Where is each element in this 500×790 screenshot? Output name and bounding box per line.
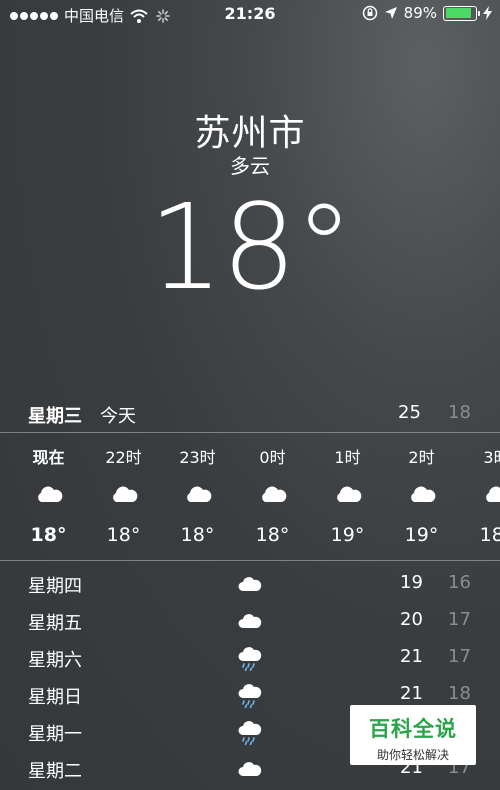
status-right: 89% bbox=[362, 4, 492, 22]
charging-bolt-icon bbox=[483, 6, 492, 20]
hour-item: 23时 18° bbox=[160, 432, 235, 546]
day-low: 16 bbox=[448, 572, 471, 593]
hour-temp: 19° bbox=[404, 524, 439, 546]
cloud-icon bbox=[112, 486, 137, 502]
day-high: 20 bbox=[400, 609, 423, 630]
day-high: 21 bbox=[400, 646, 423, 667]
hour-time: 23时 bbox=[179, 448, 216, 467]
day-low: 18 bbox=[448, 683, 471, 704]
cloud-icon bbox=[238, 762, 262, 776]
hour-item: 22时 18° bbox=[86, 432, 161, 546]
cloud-icon bbox=[261, 486, 286, 502]
hour-item: 3时 18° bbox=[459, 432, 500, 546]
cloud-icon bbox=[410, 486, 435, 502]
cloud-icon bbox=[336, 486, 361, 502]
daily-row: 星期四 19 16 bbox=[0, 566, 500, 603]
day-name: 星期四 bbox=[28, 576, 82, 597]
day-name: 星期一 bbox=[28, 724, 82, 745]
hour-temp: 18° bbox=[180, 524, 215, 546]
day-name: 星期五 bbox=[28, 613, 82, 634]
battery-icon bbox=[443, 5, 480, 21]
rain-cloud-icon bbox=[238, 721, 262, 745]
divider-bottom bbox=[0, 560, 500, 561]
hourly-forecast[interactable]: 现在 18° 22时 18° 23时 18° 0时 18° 1时 19° 2时 … bbox=[0, 432, 500, 560]
daily-row: 星期五 20 17 bbox=[0, 603, 500, 640]
hour-temp: 18° bbox=[30, 524, 67, 546]
hour-time: 1时 bbox=[334, 448, 361, 467]
daily-row: 星期六 21 17 bbox=[0, 640, 500, 677]
hour-item: 0时 18° bbox=[235, 432, 310, 546]
orientation-lock-icon bbox=[362, 5, 377, 21]
weather-condition: 多云 bbox=[230, 154, 270, 178]
today-high: 25 bbox=[398, 402, 421, 423]
cloud-icon bbox=[37, 486, 62, 502]
day-low: 17 bbox=[448, 646, 471, 667]
day-low: 17 bbox=[448, 609, 471, 630]
hour-item: 2时 19° bbox=[384, 432, 459, 546]
cloud-icon bbox=[485, 486, 500, 502]
today-summary: 星期三 今天 25 18 bbox=[0, 400, 500, 430]
battery-percent: 89% bbox=[403, 4, 437, 22]
hour-time: 2时 bbox=[408, 448, 435, 467]
hour-temp: 19° bbox=[330, 524, 365, 546]
today-low: 18 bbox=[448, 402, 471, 423]
rain-cloud-icon bbox=[238, 647, 262, 671]
day-high: 19 bbox=[400, 572, 423, 593]
watermark-badge: 百科全说 助你轻松解决 bbox=[350, 705, 476, 765]
hour-item: 1时 19° bbox=[310, 432, 385, 546]
watermark-title: 百科全说 bbox=[369, 717, 457, 741]
current-temperature: 18° bbox=[148, 178, 353, 316]
day-name: 星期日 bbox=[28, 687, 82, 708]
rain-cloud-icon bbox=[238, 684, 262, 708]
day-high: 21 bbox=[400, 683, 423, 704]
day-name: 星期二 bbox=[28, 761, 82, 782]
hour-time: 0时 bbox=[259, 448, 286, 467]
hour-temp: 18° bbox=[479, 524, 500, 546]
today-day: 星期三 bbox=[28, 406, 82, 427]
status-bar: 中国电信 21:26 89% bbox=[0, 0, 500, 28]
cloud-icon bbox=[238, 614, 262, 628]
cloud-icon bbox=[186, 486, 211, 502]
day-name: 星期六 bbox=[28, 650, 82, 671]
hour-item: 现在 18° bbox=[11, 432, 86, 546]
city-name: 苏州市 bbox=[194, 113, 306, 154]
cloud-icon bbox=[238, 577, 262, 591]
hour-time: 22时 bbox=[105, 448, 142, 467]
hour-time: 现在 bbox=[32, 448, 65, 467]
hour-temp: 18° bbox=[106, 524, 141, 546]
today-label: 今天 bbox=[100, 406, 136, 427]
hour-temp: 18° bbox=[255, 524, 290, 546]
hour-time: 3时 bbox=[483, 448, 500, 467]
location-arrow-icon bbox=[384, 7, 397, 19]
watermark-subtitle: 助你轻松解决 bbox=[376, 748, 449, 762]
